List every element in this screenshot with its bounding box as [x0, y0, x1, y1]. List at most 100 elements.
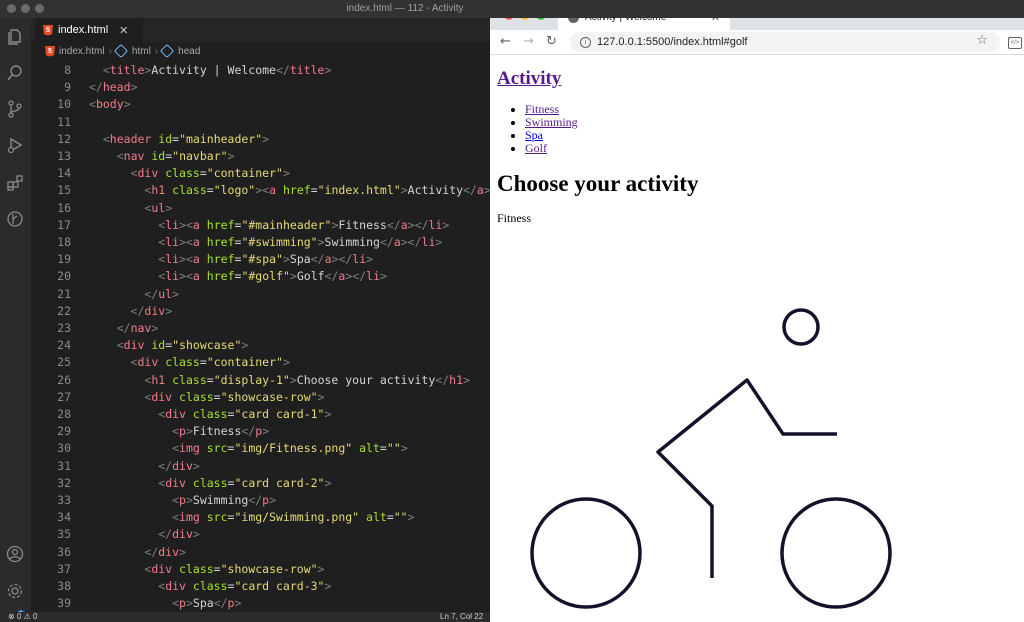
settings-gear-icon[interactable]: [6, 582, 24, 600]
line-number: 35: [57, 527, 71, 542]
back-arrow-icon[interactable]: ←: [500, 34, 511, 49]
nav-link-swimming[interactable]: Swimming: [525, 115, 578, 129]
breadcrumb-html[interactable]: html: [132, 46, 151, 57]
line-number: 36: [57, 544, 71, 559]
code-line[interactable]: 11: [31, 114, 490, 131]
code-text: <p>Spa</p>: [172, 596, 242, 611]
minimize-window-button[interactable]: [21, 4, 30, 13]
cyclist-body: [656, 378, 837, 578]
code-line[interactable]: 34 <img src="img/Swimming.png" alt="">: [31, 509, 490, 526]
bookmark-star-icon[interactable]: ☆: [976, 33, 988, 48]
reload-icon[interactable]: ↻: [546, 34, 557, 49]
search-icon[interactable]: [6, 64, 24, 82]
code-line[interactable]: 26 <h1 class="display-1">Choose your act…: [31, 372, 490, 389]
code-line[interactable]: 37 <div class="showcase-row">: [31, 561, 490, 578]
code-text: <div class="showcase-row">: [144, 389, 325, 404]
warning-count: 0: [33, 612, 38, 621]
forward-arrow-icon[interactable]: →: [523, 34, 534, 49]
code-line[interactable]: 24 <div id="showcase">: [31, 337, 490, 354]
line-number: 25: [57, 355, 71, 370]
code-line[interactable]: 12 <header id="mainheader">: [31, 131, 490, 148]
warning-icon: ⚠: [23, 612, 31, 621]
extensions-icon[interactable]: [6, 174, 24, 192]
code-line[interactable]: 28 <div class="card card-1">: [31, 406, 490, 423]
line-number: 14: [57, 166, 71, 181]
code-editor[interactable]: 8 <title>Activity | Welcome</title> 9 </he…: [31, 62, 490, 612]
code-text: <header id="mainheader">: [102, 131, 270, 146]
code-line[interactable]: 19 <li><a href="#spa">Spa</a></li>: [31, 251, 490, 268]
code-line[interactable]: 10 <body>: [31, 96, 490, 113]
window-title: index.html — 112 - Activity: [346, 3, 464, 14]
code-line[interactable]: 9 </head>: [31, 79, 490, 96]
logo-link[interactable]: Activity: [497, 68, 561, 89]
element-symbol-icon: [160, 43, 175, 59]
line-number: 28: [57, 407, 71, 421]
code-line[interactable]: 36 </div>: [31, 544, 490, 561]
cursor-position[interactable]: Ln 7, Col 22: [440, 612, 483, 622]
code-line[interactable]: 15 <h1 class="logo"><a href="index.html"…: [31, 182, 490, 199]
git-graph-icon[interactable]: [6, 210, 24, 228]
bike-front-wheel: [780, 497, 892, 609]
line-number: 32: [57, 475, 71, 490]
window-titlebar: index.html — 112 - Activity: [0, 0, 1024, 18]
code-text: <div class="card card-2">: [158, 475, 332, 490]
code-text: </div>: [130, 303, 173, 318]
address-bar[interactable]: i 127.0.0.1:5500/index.html#golf ☆: [570, 32, 1000, 52]
nav-link-golf[interactable]: Golf: [525, 141, 547, 155]
code-line[interactable]: 38 <div class="card card-3">: [31, 578, 490, 595]
code-text: </div>: [158, 458, 200, 473]
tab-index-html[interactable]: 5 index.html ✕: [35, 18, 143, 42]
breadcrumb-file[interactable]: index.html: [59, 46, 105, 57]
code-line[interactable]: 32 <div class="card card-2">: [31, 475, 490, 492]
source-control-icon[interactable]: [6, 100, 24, 118]
code-line[interactable]: 30 <img src="img/Fitness.png" alt="">: [31, 440, 490, 457]
code-text: <p>Fitness</p>: [172, 424, 270, 439]
code-text: <nav id="navbar">: [116, 149, 235, 163]
breadcrumb-head[interactable]: head: [178, 46, 200, 57]
code-text: </div>: [158, 527, 200, 542]
code-line[interactable]: 29 <p>Fitness</p>: [31, 423, 490, 440]
line-number: 15: [57, 183, 71, 198]
code-line[interactable]: 13 <nav id="navbar">: [31, 148, 490, 165]
code-line[interactable]: 27 <div class="showcase-row">: [31, 389, 490, 406]
code-text: <li><a href="#golf">Golf</a></li>: [158, 269, 387, 284]
line-number: 29: [57, 424, 71, 439]
code-line[interactable]: 39 <p>Spa</p>: [31, 595, 490, 612]
code-text: <h1 class="display-1">Choose your activi…: [144, 372, 470, 387]
line-number: 27: [57, 389, 71, 404]
problems-indicator[interactable]: ⊗ 0 ⚠ 0: [8, 612, 37, 622]
code-line[interactable]: 22 </div>: [31, 303, 490, 320]
code-line[interactable]: 18 <li><a href="#swimming">Swimming</a><…: [31, 234, 490, 251]
close-window-button[interactable]: [7, 4, 16, 13]
code-text: <div class="container">: [130, 355, 290, 370]
zoom-window-button[interactable]: [35, 4, 44, 13]
code-line[interactable]: 8 <title>Activity | Welcome</title>: [31, 62, 490, 79]
line-number: 12: [57, 131, 71, 146]
code-line[interactable]: 25 <div class="container">: [31, 354, 490, 371]
extension-icon[interactable]: </>: [1008, 37, 1022, 49]
code-text: <title>Activity | Welcome</title>: [102, 63, 332, 77]
code-line[interactable]: 21 </ul>: [31, 286, 490, 303]
code-line[interactable]: 17 <li><a href="#mainheader">Fitness</a>…: [31, 217, 490, 234]
run-debug-icon[interactable]: [6, 136, 24, 154]
code-line[interactable]: 14 <div class="container">: [31, 165, 490, 182]
code-line[interactable]: 23 </nav>: [31, 320, 490, 337]
line-number: 13: [57, 149, 71, 163]
nav-link-spa[interactable]: Spa: [525, 128, 543, 142]
line-number: 38: [57, 579, 71, 593]
nav-link-fitness[interactable]: Fitness: [525, 102, 559, 116]
line-number: 23: [57, 321, 71, 335]
code-line[interactable]: 33 <p>Swimming</p>: [31, 492, 490, 509]
explorer-icon[interactable]: [6, 28, 24, 46]
account-icon[interactable]: [6, 545, 24, 563]
code-line[interactable]: 16 <ul>: [31, 200, 490, 217]
code-line[interactable]: 20 <li><a href="#golf">Golf</a></li>: [31, 268, 490, 285]
status-bar: ⊗ 0 ⚠ 0 Ln 7, Col 22: [0, 612, 490, 622]
close-tab-icon[interactable]: ✕: [119, 24, 128, 37]
line-number: 18: [57, 235, 71, 249]
code-line[interactable]: 31 </div>: [31, 458, 490, 475]
line-number: 24: [57, 338, 71, 353]
site-info-icon[interactable]: i: [580, 36, 591, 48]
code-line[interactable]: 35 </div>: [31, 526, 490, 543]
code-text: <p>Swimming</p>: [172, 493, 277, 507]
